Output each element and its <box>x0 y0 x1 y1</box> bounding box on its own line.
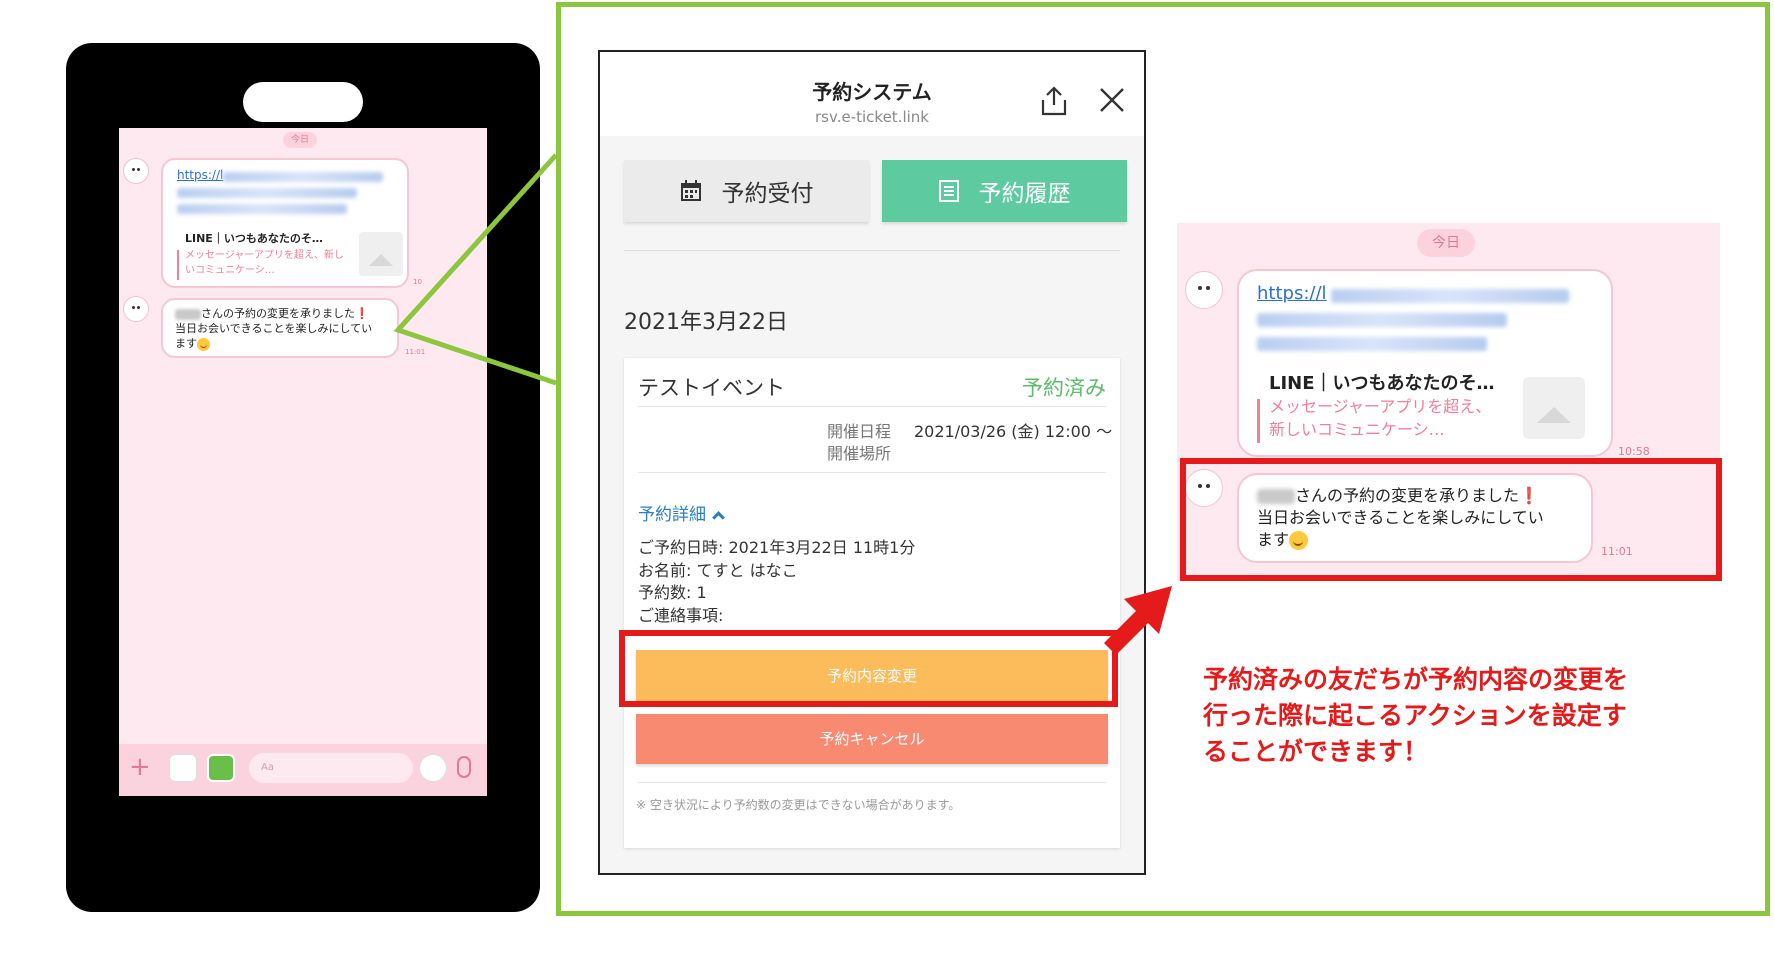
message-input[interactable]: Aa <box>249 753 413 783</box>
tab-reservation-accept[interactable]: 予約受付 <box>624 160 869 222</box>
phone-notch <box>243 82 363 122</box>
divider <box>638 782 1106 783</box>
blurred-url <box>223 172 383 182</box>
bot-avatar-icon <box>123 296 149 322</box>
detail-line: 予約数: 1 <box>638 583 707 602</box>
app-header: 予約システム rsv.e-ticket.link <box>600 52 1144 136</box>
list-icon <box>938 180 959 202</box>
chevron-up-icon <box>712 511 725 524</box>
mic-icon[interactable] <box>457 756 471 778</box>
date-pill: 今日 <box>283 132 317 148</box>
plus-icon[interactable]: + <box>129 752 151 782</box>
detail-line: お名前: てすと はなこ <box>638 561 798 580</box>
bot-avatar-icon <box>123 158 149 184</box>
arrow-icon <box>1104 586 1172 655</box>
share-icon[interactable] <box>1040 86 1068 116</box>
divider <box>638 406 1106 407</box>
link-card-desc: メッセージャーアプリを超え、新しいコミュニケーシ… <box>1269 397 1492 439</box>
reply-message-text: さんの予約の変更を承りました❗ 当日お会いできることを楽しみにしてい ます <box>175 307 373 351</box>
highlight-reply-message <box>1180 458 1722 581</box>
calendar-icon <box>680 180 701 201</box>
sticker-icon[interactable] <box>169 754 197 782</box>
detail-toggle[interactable]: 予約詳細 <box>638 500 725 525</box>
divider <box>624 250 1120 251</box>
highlight-change-button <box>619 630 1118 707</box>
blurred-url <box>177 188 357 198</box>
chat-input-bar: + Aa <box>119 744 487 796</box>
message-time: 10:58 <box>1618 445 1650 458</box>
emoji-icon[interactable] <box>419 754 447 782</box>
blurred-url <box>177 204 347 214</box>
blurred-name <box>175 308 201 320</box>
blurred-url <box>1331 289 1569 303</box>
divider <box>638 472 1106 473</box>
schedule-value: 2021/03/26 (金) 12:00 〜 <box>914 422 1113 441</box>
link-message-bubble[interactable]: https://l LINE｜いつもあなたのそ… メッセージャーアプリを超え、新… <box>161 158 409 288</box>
image-placeholder-icon <box>1523 377 1585 439</box>
link-card-desc: メッセージャーアプリを超え、新しいコミュニケーシ… <box>185 250 344 276</box>
date-heading: 2021年3月22日 <box>624 310 788 335</box>
image-placeholder-icon <box>359 232 403 276</box>
message-time: 10 <box>413 278 422 286</box>
reservation-app-window: 予約システム rsv.e-ticket.link 予約受付 予約履歴 2021年… <box>598 50 1146 875</box>
detail-line: ご連絡事項: <box>638 606 724 625</box>
status-badge: 予約済み <box>1022 376 1106 400</box>
link-card-bar <box>177 250 179 280</box>
blurred-url <box>1257 337 1487 351</box>
link-message-bubble[interactable]: https://l LINE｜いつもあなたのそ… メッセージャーアプリを超え、新… <box>1237 269 1613 457</box>
tab-label: 予約受付 <box>721 181 814 207</box>
reply-message-bubble[interactable]: さんの予約の変更を承りました❗ 当日お会いできることを楽しみにしてい ます <box>161 298 399 358</box>
link-card-title: LINE｜いつもあなたのそ… <box>1269 373 1495 394</box>
photo-icon[interactable] <box>207 754 235 782</box>
close-icon[interactable] <box>1098 86 1126 114</box>
date-pill: 今日 <box>1417 229 1475 257</box>
tab-reservation-history[interactable]: 予約履歴 <box>882 160 1127 222</box>
message-link[interactable]: https://l <box>177 168 223 182</box>
exclamation-icon: ❗ <box>355 307 369 320</box>
smile-emoji-icon <box>197 337 210 351</box>
bot-avatar-icon <box>1185 271 1223 309</box>
reservation-card: テストイベント 予約済み 開催日程 2021/03/26 (金) 12:00 〜… <box>624 358 1120 848</box>
blurred-url <box>1257 313 1507 327</box>
place-label: 開催場所 <box>827 444 892 463</box>
app-body: 予約受付 予約履歴 2021年3月22日 テストイベント 予約済み 開催日程 2… <box>600 136 1144 873</box>
link-card-title: LINE｜いつもあなたのそ… <box>185 232 323 245</box>
caption-text: 予約済みの友だちが予約内容の変更を 行った際に起こるアクションを設定す ることが… <box>1203 665 1629 766</box>
event-title: テストイベント <box>638 376 785 400</box>
note-text: ※ 空き状況により予約数の変更はできない場合があります。 <box>636 798 961 812</box>
message-link[interactable]: https://l <box>1257 283 1327 304</box>
message-time: 11:01 <box>405 348 426 356</box>
detail-line: ご予約日時: 2021年3月22日 11時1分 <box>638 538 916 557</box>
phone-chat-screen: 今日 https://l LINE｜いつもあなたのそ… メッセージャーアプリを超… <box>119 128 487 796</box>
tab-label: 予約履歴 <box>978 181 1071 207</box>
schedule-label: 開催日程 <box>827 422 892 441</box>
cancel-reservation-button[interactable]: 予約キャンセル <box>636 714 1108 764</box>
link-card-bar <box>1257 399 1260 443</box>
